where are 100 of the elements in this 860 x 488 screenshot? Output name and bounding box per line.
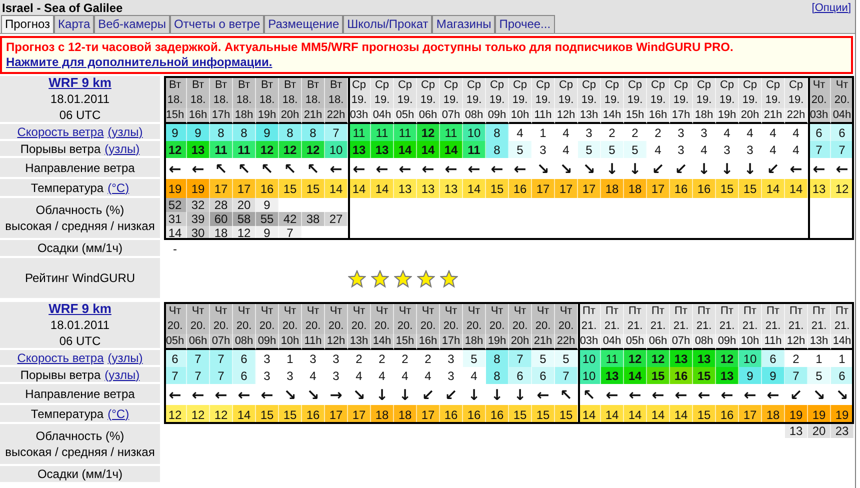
date-label: 18.: [233, 92, 256, 108]
hour-label: 21h: [532, 334, 555, 350]
hour-label: 05h: [624, 334, 647, 350]
wind-speed-link[interactable]: Скорость ветра: [17, 124, 104, 138]
temperature-cell: 16: [509, 179, 532, 198]
date-label: 20.: [210, 318, 233, 334]
wind-speed-cell: 10: [739, 350, 762, 367]
gust-cell: 5: [578, 141, 601, 158]
hour-label: 19h: [716, 108, 739, 124]
more-info-link[interactable]: Нажмите для дополнительной информации.: [6, 55, 272, 69]
temperature-cell: 15: [302, 179, 325, 198]
date-label: 21.: [578, 318, 601, 334]
date-label: 19.: [532, 92, 555, 108]
direction-label: Направление ветра: [25, 160, 135, 174]
date-label: 20.: [302, 318, 325, 334]
cloud-cover-cell: 32: [187, 198, 210, 212]
temperature-label: Температура: [30, 406, 104, 420]
hour-label: 10h: [509, 108, 532, 124]
hour-label: 19h: [486, 334, 509, 350]
tab[interactable]: Веб-камеры: [94, 15, 170, 33]
units-link[interactable]: (узлы): [104, 368, 140, 382]
gust-cell: 14: [440, 141, 463, 158]
date-label: 19.: [670, 92, 693, 108]
wind-speed-cell: 10: [578, 350, 601, 367]
cloud-cover-cell: 9: [256, 198, 279, 212]
temperature-cell: 13: [808, 179, 831, 198]
temperature-cell: 17: [532, 179, 555, 198]
date-label: 18.: [210, 92, 233, 108]
gust-cell: 7: [808, 141, 831, 158]
hour-label: 22h: [555, 334, 578, 350]
tab[interactable]: Размещение: [264, 15, 344, 33]
wind-speed-cell: 8: [486, 350, 509, 367]
gust-cell: 5: [624, 141, 647, 158]
gust-cell: 7: [187, 367, 210, 384]
gust-cell: 12: [302, 141, 325, 158]
date-label: 20.: [463, 318, 486, 334]
wind-speed-cell: 7: [325, 124, 348, 141]
hour-label: 20h: [739, 108, 762, 124]
cloud-cover-cell: 39: [187, 212, 210, 226]
hour-label: 07h: [440, 108, 463, 124]
hour-label: 10h: [739, 334, 762, 350]
gust-cell: 5: [509, 141, 532, 158]
hour-label: 11h: [762, 334, 785, 350]
units-link[interactable]: (узлы): [108, 124, 143, 138]
tab[interactable]: Прочее...: [495, 15, 555, 33]
date-label: 18.: [164, 92, 187, 108]
date-label: 19.: [624, 92, 647, 108]
model-link[interactable]: WRF 9 km: [48, 302, 112, 316]
gust-cell: 7: [164, 367, 187, 384]
subscription-notice: Прогноз с 12-ти часовой задержкой. Актуальные MM5/WRF прогнозы доступны только для подписчиков WindGURU PRO. Нажмите для дополнительной информации.: [0, 36, 853, 74]
gust-cell: 7: [555, 367, 578, 384]
date-label: 19.: [739, 92, 762, 108]
tab[interactable]: Магазины: [432, 15, 496, 33]
tab[interactable]: Прогноз: [1, 15, 54, 33]
gust-cell: 12: [256, 141, 279, 158]
temperature-cell: 16: [693, 179, 716, 198]
date-label: 19.: [394, 92, 417, 108]
date-label: 21.: [647, 318, 670, 334]
temperature-cell: 14: [463, 179, 486, 198]
hour-label: 17h: [440, 334, 463, 350]
date-label: 19.: [555, 92, 578, 108]
units-link[interactable]: (узлы): [104, 142, 140, 156]
hour-label: 22h: [785, 108, 808, 124]
date-label: 20.: [279, 318, 302, 334]
units-link[interactable]: (°C): [108, 406, 130, 420]
options-link[interactable]: [Опции]: [812, 2, 851, 14]
date-label: 20.: [509, 318, 532, 334]
wind-speed-cell: 13: [693, 350, 716, 367]
temperature-cell: 18: [601, 179, 624, 198]
date-label: 20.: [555, 318, 578, 334]
units-link[interactable]: (узлы): [108, 350, 143, 364]
tab[interactable]: Школы/Прокат: [343, 15, 432, 33]
wind-speed-cell: 9: [256, 124, 279, 141]
gust-cell: 7: [785, 367, 808, 384]
wind-speed-cell: 11: [601, 350, 624, 367]
temperature-cell: 18: [624, 179, 647, 198]
tab[interactable]: Карта: [54, 15, 94, 33]
date-label: 21.: [785, 318, 808, 334]
temperature-cell: 17: [210, 179, 233, 198]
gust-cell: 7: [210, 367, 233, 384]
gust-cell: 6: [233, 367, 256, 384]
units-link[interactable]: (°C): [108, 180, 130, 194]
gust-cell: 13: [348, 141, 371, 158]
hour-label: 11h: [532, 108, 555, 124]
tab[interactable]: Отчеты о ветре: [170, 15, 264, 33]
date-label: 21.: [670, 318, 693, 334]
hour-label: 14h: [831, 334, 854, 350]
date-label: 19.: [371, 92, 394, 108]
date-label: 21.: [601, 318, 624, 334]
hour-label: 17h: [210, 108, 233, 124]
hour-label: 12h: [555, 108, 578, 124]
star-icon: [371, 270, 389, 288]
wind-speed-link[interactable]: Скорость ветра: [17, 350, 104, 364]
date-label: 21.: [808, 318, 831, 334]
wind-speed-cell: 12: [716, 350, 739, 367]
wind-speed-cell: 12: [624, 350, 647, 367]
temperature-cell: 19: [164, 179, 187, 198]
hour-label: 03h: [808, 108, 831, 124]
model-link[interactable]: WRF 9 km: [48, 76, 112, 90]
wind-speed-cell: 13: [670, 350, 693, 367]
